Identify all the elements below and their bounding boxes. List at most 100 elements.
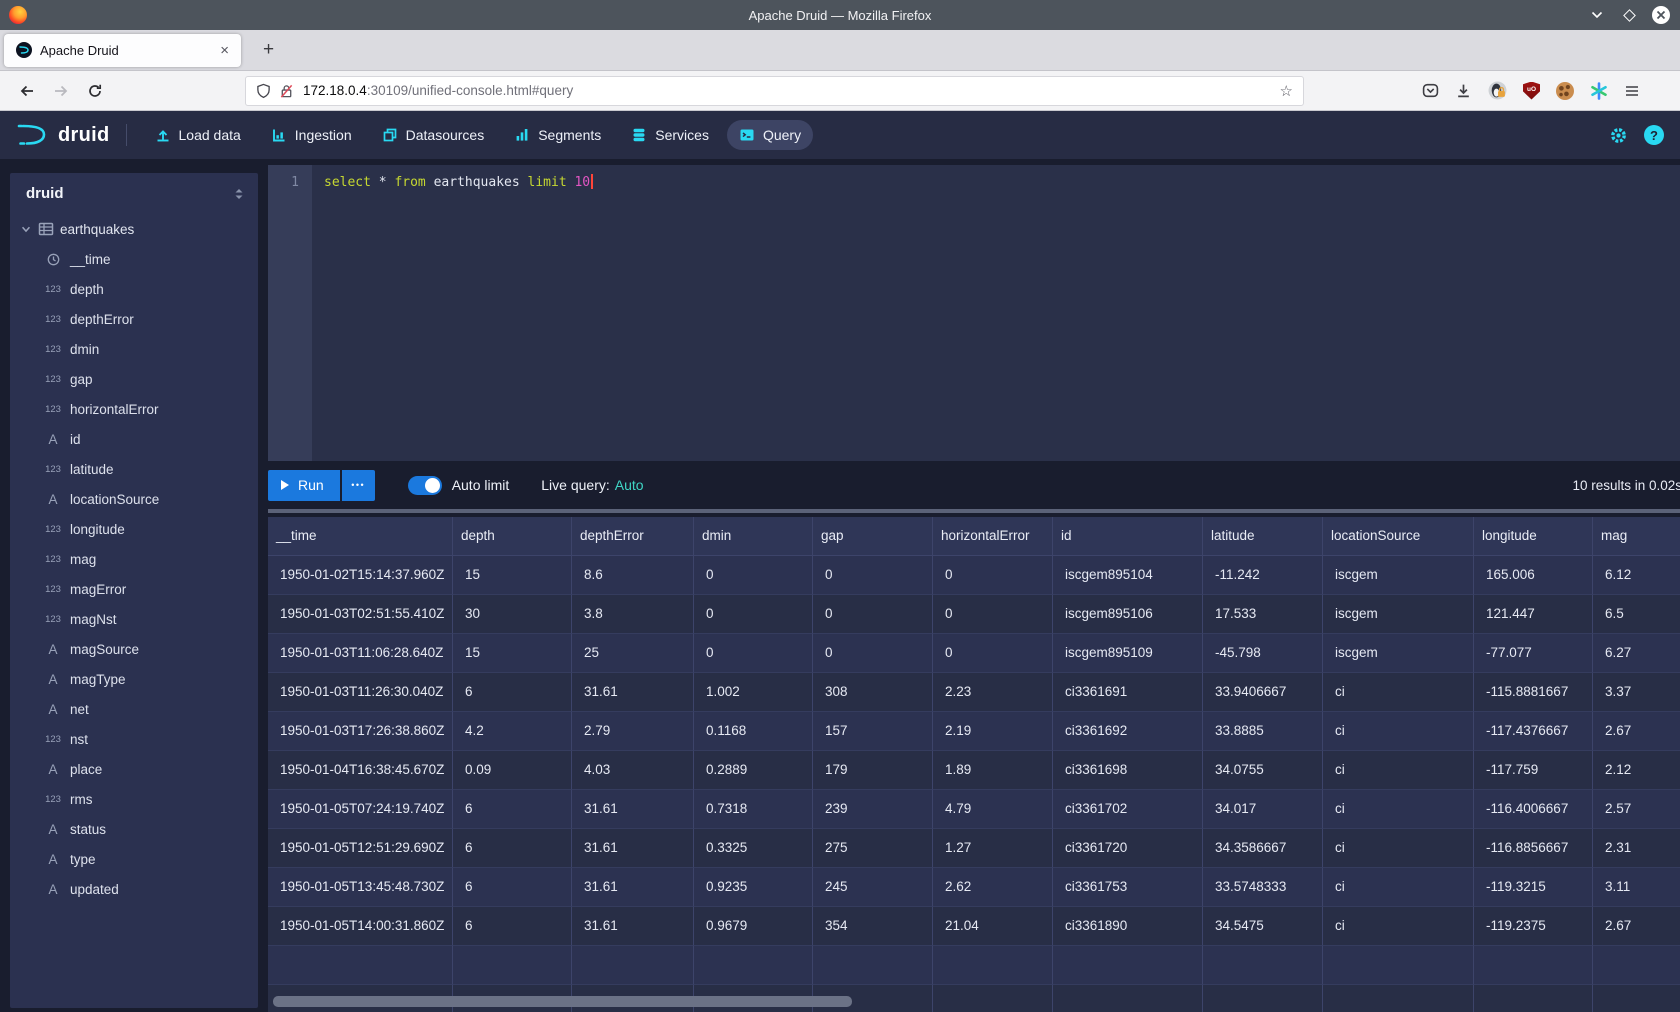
cell-locationsource[interactable]: ci	[1323, 790, 1474, 829]
sidebar-item-nst[interactable]: 123nst	[10, 724, 258, 754]
cell-horizontalerror[interactable]: 0	[933, 595, 1053, 634]
cell-gap[interactable]: 179	[813, 751, 933, 790]
sidebar-item-type[interactable]: Atype	[10, 844, 258, 874]
tab-close-icon[interactable]: ×	[216, 41, 233, 60]
tab-apache-druid[interactable]: Apache Druid ×	[4, 34, 241, 67]
cell-dmin[interactable]: 0.9235	[694, 868, 813, 907]
sidebar-item-place[interactable]: Aplace	[10, 754, 258, 784]
cell-deptherror[interactable]: 25	[572, 634, 694, 673]
cell-deptherror[interactable]: 8.6	[572, 556, 694, 595]
cell-deptherror[interactable]: 3.8	[572, 595, 694, 634]
new-tab-button[interactable]: +	[255, 37, 282, 63]
cell-depth[interactable]: 0.09	[453, 751, 572, 790]
multi-account-icon[interactable]	[1590, 82, 1608, 100]
cell-depth[interactable]: 6	[453, 790, 572, 829]
cell-latitude[interactable]: -45.798	[1203, 634, 1323, 673]
cell-locationsource[interactable]: iscgem	[1323, 595, 1474, 634]
cell-longitude[interactable]: -119.3215	[1474, 868, 1593, 907]
cell-gap[interactable]: 354	[813, 907, 933, 946]
horizontal-scrollbar[interactable]	[273, 996, 852, 1007]
cell-gap[interactable]: 0	[813, 634, 933, 673]
column-header-latitude[interactable]: latitude	[1203, 517, 1323, 556]
cell-longitude[interactable]: -77.077	[1474, 634, 1593, 673]
back-button[interactable]	[10, 76, 44, 106]
cell-dmin[interactable]: 1.002	[694, 673, 813, 712]
cell-deptherror[interactable]: 31.61	[572, 868, 694, 907]
sidebar-table-earthquakes[interactable]: earthquakes	[10, 214, 258, 244]
sidebar-item-magnst[interactable]: 123magNst	[10, 604, 258, 634]
cell-id[interactable]: iscgem895109	[1053, 634, 1203, 673]
forward-button[interactable]	[44, 76, 78, 106]
insecure-lock-icon[interactable]	[279, 83, 294, 99]
cell-gap[interactable]: 245	[813, 868, 933, 907]
cell-horizontalerror[interactable]: 0	[933, 634, 1053, 673]
cell-gap[interactable]: 239	[813, 790, 933, 829]
ublock-icon[interactable]: uO	[1523, 82, 1540, 100]
cell-latitude[interactable]: 34.5475	[1203, 907, 1323, 946]
column-header-gap[interactable]: gap	[813, 517, 933, 556]
sidebar-item-time[interactable]: __time	[10, 244, 258, 274]
column-header-depth[interactable]: depth	[453, 517, 572, 556]
cell-empty[interactable]	[1474, 946, 1593, 985]
cell-empty[interactable]	[1203, 985, 1323, 1012]
cookie-icon[interactable]	[1556, 82, 1574, 100]
cell-id[interactable]: ci3361720	[1053, 829, 1203, 868]
cell-mag[interactable]: 2.67	[1593, 712, 1680, 751]
cell-time[interactable]: 1950-01-03T02:51:55.410Z	[268, 595, 453, 634]
cell-depth[interactable]: 6	[453, 673, 572, 712]
editor-code-line[interactable]: select * from earthquakes limit 10	[312, 165, 1680, 461]
cell-depth[interactable]: 6	[453, 907, 572, 946]
cell-latitude[interactable]: 34.017	[1203, 790, 1323, 829]
auto-limit-toggle[interactable]	[408, 476, 442, 495]
cell-time[interactable]: 1950-01-03T17:26:38.860Z	[268, 712, 453, 751]
nav-item-segments[interactable]: Segments	[502, 120, 613, 150]
live-query-value[interactable]: Auto	[615, 477, 644, 493]
cell-mag[interactable]: 2.57	[1593, 790, 1680, 829]
url-bar[interactable]: 172.18.0.4:30109/unified-console.html#qu…	[245, 76, 1304, 106]
cell-depth[interactable]: 6	[453, 829, 572, 868]
cell-horizontalerror[interactable]: 2.62	[933, 868, 1053, 907]
window-close-button[interactable]	[1652, 6, 1670, 24]
cell-locationsource[interactable]: ci	[1323, 868, 1474, 907]
sidebar-item-horizontalerror[interactable]: 123horizontalError	[10, 394, 258, 424]
cell-longitude[interactable]: 121.447	[1474, 595, 1593, 634]
cell-empty[interactable]	[1593, 946, 1680, 985]
cell-dmin[interactable]: 0.9679	[694, 907, 813, 946]
cell-locationsource[interactable]: iscgem	[1323, 634, 1474, 673]
cell-id[interactable]: ci3361692	[1053, 712, 1203, 751]
cell-depth[interactable]: 6	[453, 868, 572, 907]
sidebar-item-magsource[interactable]: AmagSource	[10, 634, 258, 664]
cell-id[interactable]: ci3361698	[1053, 751, 1203, 790]
sidebar-item-depth[interactable]: 123depth	[10, 274, 258, 304]
nav-item-datasources[interactable]: Datasources	[370, 120, 497, 150]
chevron-down-icon[interactable]	[20, 223, 32, 235]
cell-locationsource[interactable]: ci	[1323, 673, 1474, 712]
cell-id[interactable]: iscgem895106	[1053, 595, 1203, 634]
cell-locationsource[interactable]: ci	[1323, 751, 1474, 790]
nav-item-load-data[interactable]: Load data	[143, 120, 253, 150]
cell-time[interactable]: 1950-01-05T12:51:29.690Z	[268, 829, 453, 868]
cell-mag[interactable]: 2.67	[1593, 907, 1680, 946]
cell-empty[interactable]	[694, 946, 813, 985]
cell-mag[interactable]: 2.31	[1593, 829, 1680, 868]
cell-locationsource[interactable]: ci	[1323, 907, 1474, 946]
column-header-deptherror[interactable]: depthError	[572, 517, 694, 556]
cell-dmin[interactable]: 0	[694, 556, 813, 595]
cell-mag[interactable]: 6.27	[1593, 634, 1680, 673]
cell-gap[interactable]: 308	[813, 673, 933, 712]
run-button[interactable]: Run	[268, 470, 340, 501]
cell-horizontalerror[interactable]: 0	[933, 556, 1053, 595]
cell-mag[interactable]: 6.5	[1593, 595, 1680, 634]
column-header-locationsource[interactable]: locationSource	[1323, 517, 1474, 556]
cell-depth[interactable]: 30	[453, 595, 572, 634]
column-header-mag[interactable]: mag	[1593, 517, 1680, 556]
cell-empty[interactable]	[268, 946, 453, 985]
cell-id[interactable]: iscgem895104	[1053, 556, 1203, 595]
cell-deptherror[interactable]: 2.79	[572, 712, 694, 751]
cell-time[interactable]: 1950-01-04T16:38:45.670Z	[268, 751, 453, 790]
cell-gap[interactable]: 0	[813, 556, 933, 595]
cell-latitude[interactable]: 34.0755	[1203, 751, 1323, 790]
cell-dmin[interactable]: 0.3325	[694, 829, 813, 868]
cell-dmin[interactable]: 0	[694, 595, 813, 634]
cell-time[interactable]: 1950-01-03T11:06:28.640Z	[268, 634, 453, 673]
